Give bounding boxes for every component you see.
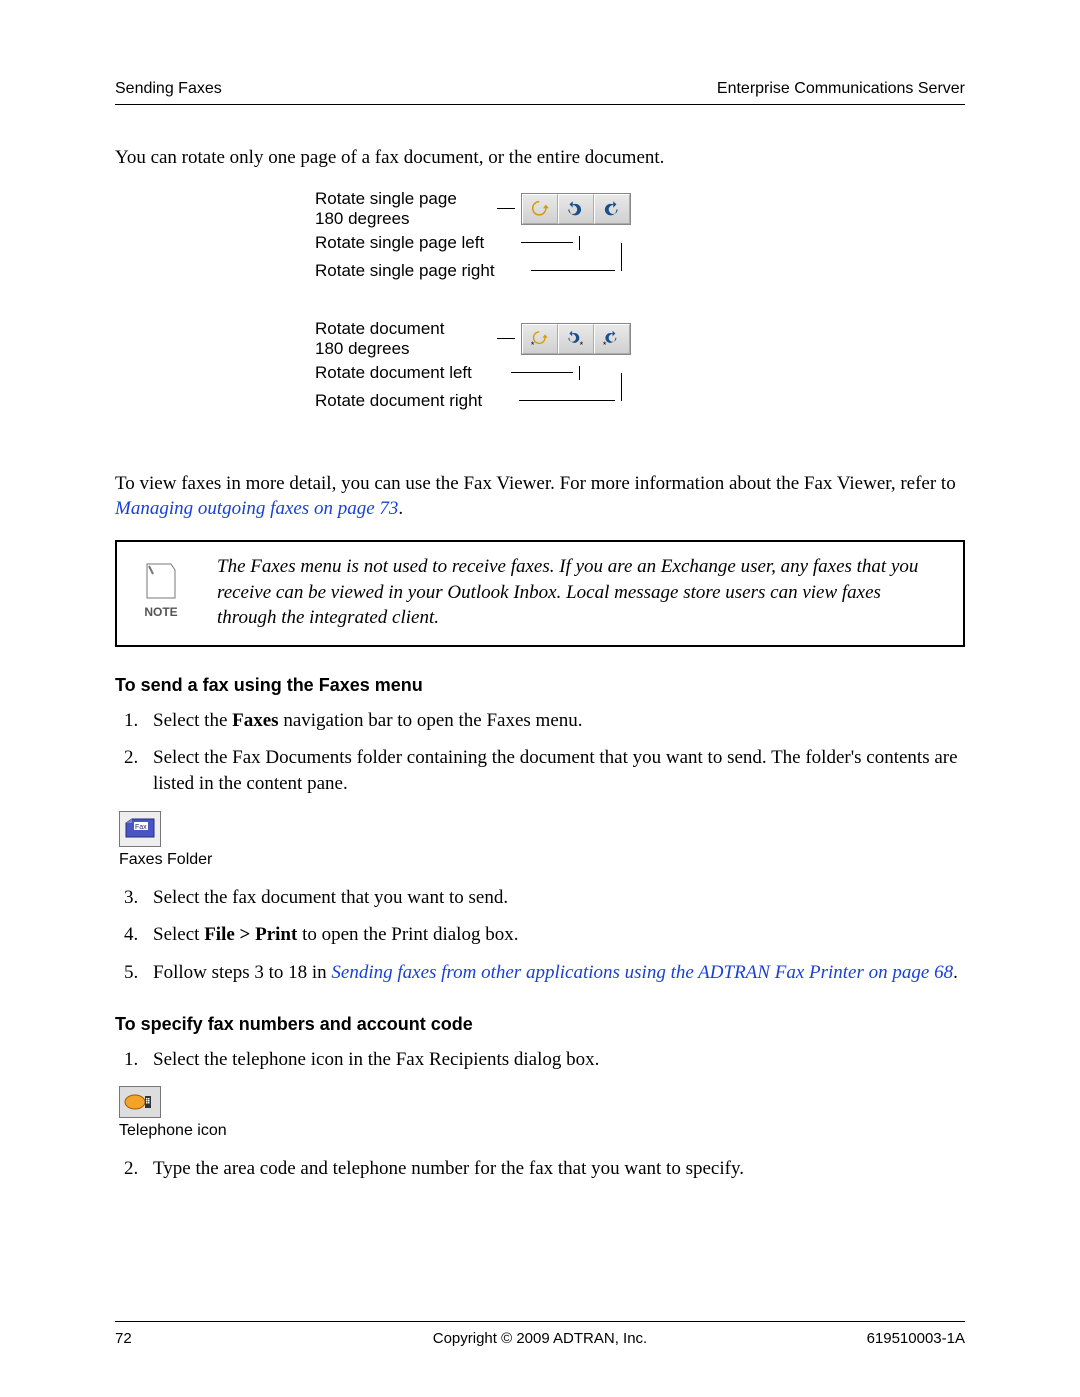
step-text: Follow steps 3 to 18 in [153,962,331,983]
specify-step-1: Select the telephone icon in the Fax Rec… [143,1047,965,1073]
step-text: Select the [153,710,232,731]
rotate-right-multi-icon: * [601,328,623,350]
leader-stub [579,366,580,380]
fax-viewer-text: To view faxes in more detail, you can us… [115,473,956,494]
rotate-left-multi-icon: * [565,328,587,350]
svg-text:*: * [531,340,535,350]
specify-fax-steps-cont: Type the area code and telephone number … [115,1156,965,1182]
step-4: Select File > Print to open the Print di… [143,922,965,948]
rotate-page-180-button[interactable] [522,194,558,224]
rotate-doc-180-button[interactable]: * [522,324,558,354]
header-left: Sending Faxes [115,80,222,98]
svg-text:*: * [580,340,584,350]
note-tag: NOTE [142,604,179,620]
specify-step-2: Type the area code and telephone number … [143,1156,965,1182]
note-box: NOTE The Faxes menu is not used to recei… [115,540,965,647]
rotate-page-toolbar [521,193,631,225]
rotate-right-icon [601,198,623,220]
copyright: Copyright © 2009 ADTRAN, Inc. [115,1330,965,1347]
step-1: Select the Faxes navigation bar to open … [143,708,965,734]
rotate-180-icon [529,198,551,220]
rotate-180-multi-icon: * [529,328,551,350]
rotate-page-180-label: Rotate single page 180 degrees [315,189,491,229]
step-text: Select [153,924,204,945]
rotate-doc-left-button[interactable]: * [558,324,594,354]
telephone-icon [119,1086,161,1118]
svg-text:Fax: Fax [135,824,147,831]
specify-fax-steps: Select the telephone icon in the Fax Rec… [115,1047,965,1073]
step-2: Select the Fax Documents folder containi… [143,745,965,796]
rotate-document-diagram: Rotate document 180 degrees * * [315,319,965,415]
send-fax-heading: To send a fax using the Faxes menu [115,675,965,696]
leader-stub [621,373,622,401]
note-icon: NOTE [135,560,187,620]
managing-outgoing-faxes-link[interactable]: Managing outgoing faxes on page 73 [115,498,398,519]
step-text: to open the Print dialog box. [297,924,518,945]
rotate-page-right-label: Rotate single page right [315,261,525,281]
telephone-icon-caption: Telephone icon [119,1122,227,1139]
page-footer: 72 Copyright © 2009 ADTRAN, Inc. 6195100… [115,1321,965,1347]
rotate-page-diagram: Rotate single page 180 degrees Rotate si… [315,189,965,285]
intro-text: You can rotate only one page of a fax do… [115,145,965,171]
leader-stub [579,236,580,250]
send-fax-steps: Select the Faxes navigation bar to open … [115,708,965,797]
rotate-doc-right-label: Rotate document right [315,391,513,411]
note-text: The Faxes menu is not used to receive fa… [217,554,945,631]
leader-stub [621,243,622,271]
faxes-bold: Faxes [232,710,278,731]
faxes-folder-caption: Faxes Folder [119,851,212,868]
period: . [953,962,958,983]
step-3: Select the fax document that you want to… [143,885,965,911]
send-fax-steps-cont: Select the fax document that you want to… [115,885,965,986]
rotate-doc-left-label: Rotate document left [315,363,505,383]
rotate-document-toolbar: * * * [521,323,631,355]
rotate-doc-right-button[interactable]: * [594,324,630,354]
header-right: Enterprise Communications Server [717,80,965,98]
file-print-bold: File > Print [204,924,297,945]
rotate-page-left-label: Rotate single page left [315,233,515,253]
specify-fax-heading: To specify fax numbers and account code [115,1014,965,1035]
step-text: navigation bar to open the Faxes menu. [279,710,583,731]
telephone-icon-figure: Telephone icon [119,1086,965,1140]
rotate-page-left-button[interactable] [558,194,594,224]
rotate-left-icon [565,198,587,220]
faxes-folder-icon: Fax [119,811,161,847]
rotate-doc-180-label: Rotate document 180 degrees [315,319,491,359]
page-header: Sending Faxes Enterprise Communications … [115,80,965,105]
period: . [398,498,403,519]
rotate-page-right-button[interactable] [594,194,630,224]
sending-faxes-link[interactable]: Sending faxes from other applications us… [331,962,953,983]
svg-text:*: * [603,340,607,350]
faxes-folder-figure: Fax Faxes Folder [119,811,965,869]
fax-viewer-paragraph: To view faxes in more detail, you can us… [115,471,965,522]
step-5: Follow steps 3 to 18 in Sending faxes fr… [143,960,965,986]
